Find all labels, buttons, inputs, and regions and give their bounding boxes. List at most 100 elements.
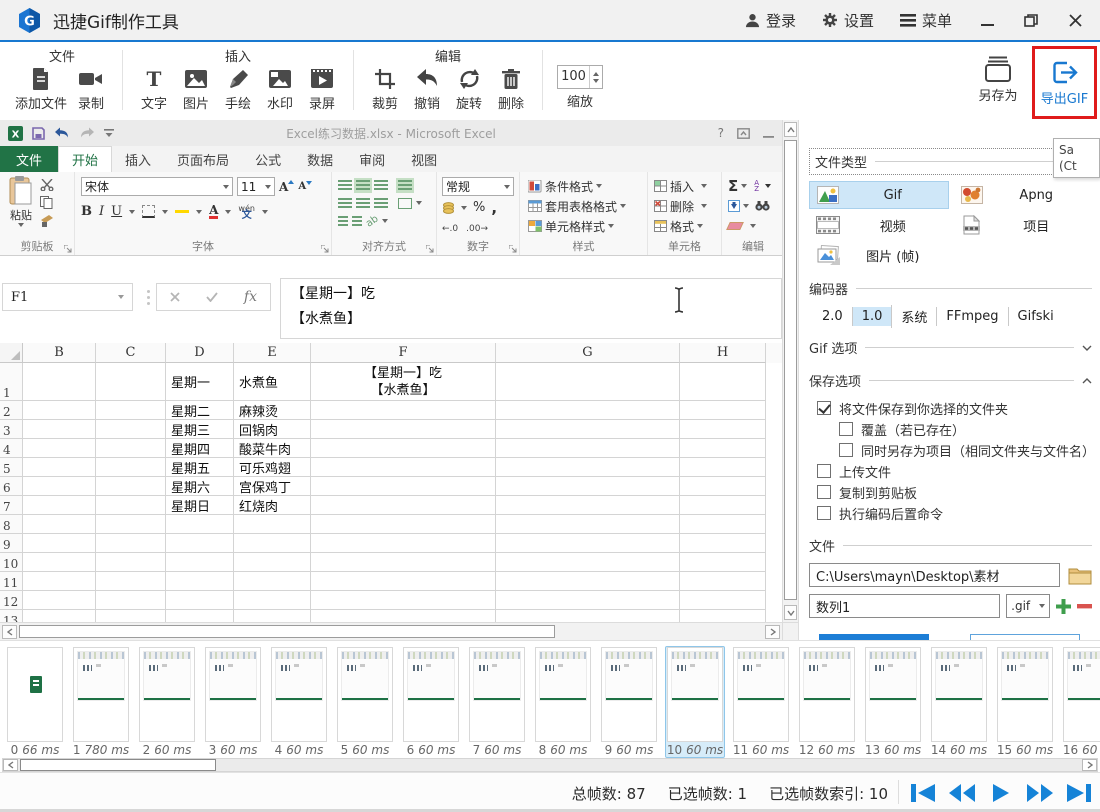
rewind-button[interactable] <box>947 781 977 805</box>
cell[interactable] <box>23 553 96 572</box>
row-header[interactable]: 13 <box>0 610 23 622</box>
cell[interactable]: 水煮鱼 <box>234 363 311 401</box>
cell[interactable] <box>23 591 96 610</box>
format-as-table-button[interactable]: 套用表格格式 <box>528 196 645 216</box>
delete-cells-button[interactable]: 删除 <box>654 196 719 216</box>
row-header[interactable]: 9 <box>0 534 23 553</box>
cell[interactable]: 星期二 <box>166 401 234 420</box>
row-header[interactable]: 10 <box>0 553 23 572</box>
cell[interactable]: 酸菜牛肉 <box>234 439 311 458</box>
cell[interactable] <box>234 553 311 572</box>
save-options-section[interactable]: 保存选项 <box>809 371 1092 390</box>
dialog-launcher-icon[interactable] <box>321 245 329 253</box>
cell[interactable] <box>23 515 96 534</box>
cell[interactable]: 星期一 <box>166 363 234 401</box>
save-as-button[interactable]: 另存为 <box>966 56 1030 104</box>
italic-button[interactable]: I <box>99 204 104 219</box>
insert-image-button[interactable]: 图片 <box>175 65 217 112</box>
cell[interactable] <box>496 439 680 458</box>
timeline-frame[interactable]: 1560 ms <box>995 646 1055 758</box>
filename-input[interactable] <box>809 594 1000 618</box>
cell[interactable] <box>680 477 766 496</box>
row-header[interactable]: 2 <box>0 401 23 420</box>
menu-button[interactable]: 菜单 <box>900 10 952 31</box>
scroll-down-button[interactable] <box>784 605 797 620</box>
timeline-frame[interactable]: 1260 ms <box>797 646 857 758</box>
cell[interactable] <box>680 591 766 610</box>
rotate-button[interactable]: 旋转 <box>448 65 490 112</box>
cell[interactable] <box>311 572 496 591</box>
comma-style-button[interactable]: , <box>491 199 497 217</box>
cell[interactable] <box>680 572 766 591</box>
cell[interactable] <box>23 496 96 515</box>
cell[interactable] <box>96 496 166 515</box>
checkbox[interactable] <box>817 464 831 478</box>
cancel-entry-icon[interactable] <box>170 292 180 302</box>
borders-icon[interactable] <box>142 205 155 218</box>
dialog-launcher-icon[interactable] <box>426 245 434 253</box>
cell[interactable] <box>496 363 680 401</box>
scroll-right-button[interactable] <box>765 625 780 639</box>
encoder-option[interactable]: Gifski <box>1008 307 1063 326</box>
cell[interactable] <box>311 534 496 553</box>
chevron-up-icon[interactable] <box>1082 378 1092 384</box>
cell[interactable] <box>96 591 166 610</box>
folder-icon[interactable] <box>1068 566 1092 585</box>
accounting-format-icon[interactable] <box>442 202 455 214</box>
timeline-scrollbar[interactable] <box>2 758 1098 772</box>
draw-button[interactable]: 手绘 <box>217 65 259 112</box>
excel-tab[interactable]: 插入 <box>112 146 164 172</box>
spin-down-icon[interactable] <box>593 79 599 83</box>
timeline-scrollbar-thumb[interactable] <box>20 759 216 771</box>
file-type-project[interactable]: 项目 <box>953 211 1093 239</box>
row-header[interactable]: 3 <box>0 420 23 439</box>
clear-button[interactable] <box>728 216 782 236</box>
minimize-button[interactable] <box>978 11 996 29</box>
insert-cells-button[interactable]: 插入 <box>654 176 719 196</box>
cell[interactable] <box>23 401 96 420</box>
excel-tab[interactable]: 公式 <box>242 146 294 172</box>
cell[interactable] <box>680 534 766 553</box>
output-folder-input[interactable] <box>809 563 1060 587</box>
record-button[interactable]: 录制 <box>70 65 112 112</box>
cell[interactable]: 红烧肉 <box>234 496 311 515</box>
align-bottom-icon[interactable] <box>374 180 388 191</box>
cell[interactable] <box>166 610 234 622</box>
excel-tab[interactable]: 审阅 <box>346 146 398 172</box>
timeline-frame[interactable]: 860 ms <box>533 646 593 758</box>
cell[interactable]: 星期三 <box>166 420 234 439</box>
cell[interactable] <box>311 496 496 515</box>
checkbox-item[interactable]: 复制到剪贴板 <box>817 482 1092 502</box>
settings-button[interactable]: 设置 <box>822 10 874 31</box>
cell[interactable] <box>311 477 496 496</box>
wrap-text-icon[interactable] <box>398 180 412 191</box>
format-painter-icon[interactable] <box>40 214 54 227</box>
cell[interactable] <box>96 572 166 591</box>
row-header[interactable]: 8 <box>0 515 23 534</box>
gif-options-section[interactable]: Gif 选项 <box>809 338 1092 357</box>
zoom-value[interactable]: 100 <box>558 66 589 88</box>
phonetic-icon[interactable]: wén文 <box>238 205 255 219</box>
encoder-option[interactable]: 2.0 <box>813 307 852 326</box>
timeline-frame[interactable]: 660 ms <box>401 646 461 758</box>
watermark-button[interactable]: 水印 <box>259 65 301 112</box>
cell[interactable] <box>23 534 96 553</box>
spin-up-icon[interactable] <box>593 72 599 76</box>
cell-styles-button[interactable]: 单元格样式 <box>528 216 645 236</box>
file-type-gif[interactable]: Gif <box>809 181 949 209</box>
format-cells-button[interactable]: 格式 <box>654 216 719 236</box>
cell[interactable] <box>311 515 496 534</box>
cell[interactable] <box>680 553 766 572</box>
decrease-indent-icon[interactable] <box>338 216 348 227</box>
align-top-icon[interactable] <box>338 180 352 191</box>
checkbox-item[interactable]: 覆盖（若已存在） <box>839 419 1092 439</box>
cell[interactable] <box>234 572 311 591</box>
name-box[interactable]: F1 <box>2 283 133 311</box>
dialog-launcher-icon[interactable] <box>509 245 517 253</box>
font-color-icon[interactable]: A <box>209 205 218 219</box>
cell[interactable] <box>96 534 166 553</box>
excel-tab[interactable]: 视图 <box>398 146 450 172</box>
cell[interactable] <box>311 420 496 439</box>
column-header[interactable]: E <box>234 343 311 363</box>
cell[interactable] <box>496 420 680 439</box>
